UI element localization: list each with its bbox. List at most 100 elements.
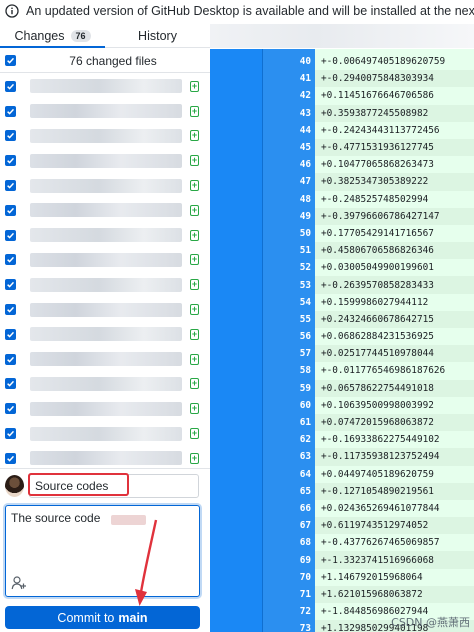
line-number: 57	[299, 348, 311, 360]
diff-line[interactable]: 64 +0.04497405189620759	[262, 465, 474, 483]
line-number: 41	[299, 73, 311, 85]
file-checkbox[interactable]	[5, 428, 16, 440]
line-number: 62	[299, 434, 311, 446]
diff-line[interactable]: 43 +0.3593877245508982	[262, 104, 474, 122]
file-added-icon: +	[190, 204, 199, 216]
diff-line[interactable]: 61 +0.07472015968063872	[262, 413, 474, 432]
line-code: +-0.2639570858283433	[315, 276, 474, 294]
diff-line[interactable]: 55 +0.24324660678642715	[262, 310, 474, 328]
file-added-icon: +	[190, 180, 199, 192]
file-added-icon: +	[190, 254, 199, 266]
diff-view: 40 +-0.006497405189620759 41 +-0.2940075848…	[210, 49, 474, 632]
diff-line[interactable]: 52 +0.03005049900199601	[262, 259, 474, 277]
diff-line[interactable]: 69 +-1.3323741516966068	[262, 551, 474, 569]
line-code: +-0.24243443113772456	[315, 121, 474, 139]
diff-line[interactable]: 62 +-0.16933862275449102	[262, 431, 474, 449]
line-code: +-1.3323741516966068	[315, 551, 474, 569]
changes-count-badge: 76	[70, 29, 91, 42]
file-checkbox[interactable]	[5, 403, 16, 415]
diff-line[interactable]: 49 +-0.39796606786427147	[262, 207, 474, 225]
diff-lines: 40 +-0.006497405189620759 41 +-0.2940075848…	[262, 53, 474, 632]
file-checkbox[interactable]	[5, 155, 16, 167]
line-number: 69	[299, 554, 311, 566]
commit-description-field[interactable]: The source code	[5, 505, 200, 597]
list-item[interactable]: +	[0, 99, 210, 124]
diff-line[interactable]: 41 +-0.2940075848303934	[262, 70, 474, 88]
update-banner[interactable]: An updated version of GitHub Desktop is …	[0, 0, 474, 22]
commit-button[interactable]: Commit to main	[5, 606, 200, 629]
line-number: 59	[299, 382, 311, 394]
diff-line[interactable]: 46 +0.10477065868263473	[262, 156, 474, 174]
line-code: +0.024365269461077844	[315, 499, 474, 518]
file-checkbox[interactable]	[5, 304, 16, 316]
file-added-icon: +	[190, 80, 199, 92]
diff-line[interactable]: 58 +-0.011776546986187626	[262, 362, 474, 380]
list-item[interactable]: +	[0, 446, 210, 468]
list-item[interactable]: +	[0, 347, 210, 372]
diff-line[interactable]: 70 +1.146792015968064	[262, 568, 474, 586]
list-item[interactable]: +	[0, 198, 210, 223]
diff-line[interactable]: 47 +0.3825347305389222	[262, 173, 474, 191]
tab-changes[interactable]: Changes 76	[0, 24, 105, 48]
list-item[interactable]: +	[0, 396, 210, 421]
diff-line[interactable]: 67 +0.6119743512974052	[262, 517, 474, 535]
line-number: 71	[299, 588, 311, 600]
diff-line[interactable]: 59 +0.06578622754491018	[262, 379, 474, 397]
list-item[interactable]: +	[0, 297, 210, 322]
file-checkbox[interactable]	[5, 180, 16, 192]
diff-line[interactable]: 63 +-0.11735938123752494	[262, 448, 474, 466]
diff-line[interactable]: 45 +-0.4771531936127745	[262, 138, 474, 157]
file-checkbox[interactable]	[5, 452, 16, 464]
diff-line[interactable]: 54 +0.1599986027944112	[262, 293, 474, 311]
diff-line[interactable]: 71 +1.621015968063872	[262, 585, 474, 603]
line-code: +-0.39796606786427147	[315, 207, 474, 225]
file-checkbox[interactable]	[5, 204, 16, 216]
diff-line[interactable]: 53 +-0.2639570858283433	[262, 276, 474, 294]
file-checkbox[interactable]	[5, 378, 16, 390]
diff-line[interactable]: 66 +0.024365269461077844	[262, 499, 474, 518]
line-code: +0.11451676646706586	[315, 87, 474, 105]
file-added-icon: +	[190, 229, 199, 241]
file-checkbox[interactable]	[5, 353, 16, 365]
diff-line[interactable]: 68 +-0.43776267465069857	[262, 534, 474, 552]
diff-line[interactable]: 60 +0.10639500998003992	[262, 396, 474, 414]
diff-line[interactable]: 50 +0.17705429141716567	[262, 224, 474, 243]
file-checkbox[interactable]	[5, 229, 16, 241]
list-item[interactable]: +	[0, 74, 210, 99]
diff-line[interactable]: 40 +-0.006497405189620759	[262, 53, 474, 71]
select-all-checkbox[interactable]	[5, 55, 16, 66]
list-item[interactable]: +	[0, 173, 210, 198]
file-checkbox[interactable]	[5, 130, 16, 142]
file-checkbox[interactable]	[5, 80, 16, 92]
list-item[interactable]: +	[0, 124, 210, 149]
list-item[interactable]: +	[0, 322, 210, 347]
diff-line[interactable]: 65 +-0.1271054890219561	[262, 482, 474, 500]
diff-line[interactable]: 56 +0.06862884231536925	[262, 328, 474, 346]
file-checkbox[interactable]	[5, 254, 16, 266]
file-checkbox[interactable]	[5, 279, 16, 291]
list-item[interactable]: +	[0, 421, 210, 446]
file-checkbox[interactable]	[5, 328, 16, 340]
diff-line[interactable]: 48 +-0.248525748502994	[262, 190, 474, 208]
diff-line[interactable]: 51 +0.45806706586826346	[262, 242, 474, 260]
line-code: +-0.16933862275449102	[315, 431, 474, 449]
diff-line[interactable]: 57 +0.02517744510978044	[262, 345, 474, 363]
commit-panel: Source codes The source code Commit to m…	[0, 468, 210, 632]
diff-line[interactable]: 42 +0.11451676646706586	[262, 87, 474, 105]
line-code: +-0.11735938123752494	[315, 448, 474, 466]
file-added-icon: +	[190, 353, 199, 365]
file-name-redacted	[30, 79, 182, 94]
line-number: 45	[299, 142, 311, 154]
diff-line[interactable]: 44 +-0.24243443113772456	[262, 121, 474, 139]
add-coauthor-icon[interactable]	[11, 575, 27, 591]
file-name-redacted	[30, 327, 182, 342]
changes-list-header: 76 changed files	[0, 49, 210, 73]
tab-history[interactable]: History	[105, 24, 210, 47]
list-item[interactable]: +	[0, 148, 210, 173]
list-item[interactable]: +	[0, 248, 210, 273]
list-item[interactable]: +	[0, 372, 210, 397]
line-code: +0.45806706586826346	[315, 242, 474, 260]
list-item[interactable]: +	[0, 223, 210, 248]
file-checkbox[interactable]	[5, 105, 16, 117]
list-item[interactable]: +	[0, 272, 210, 297]
